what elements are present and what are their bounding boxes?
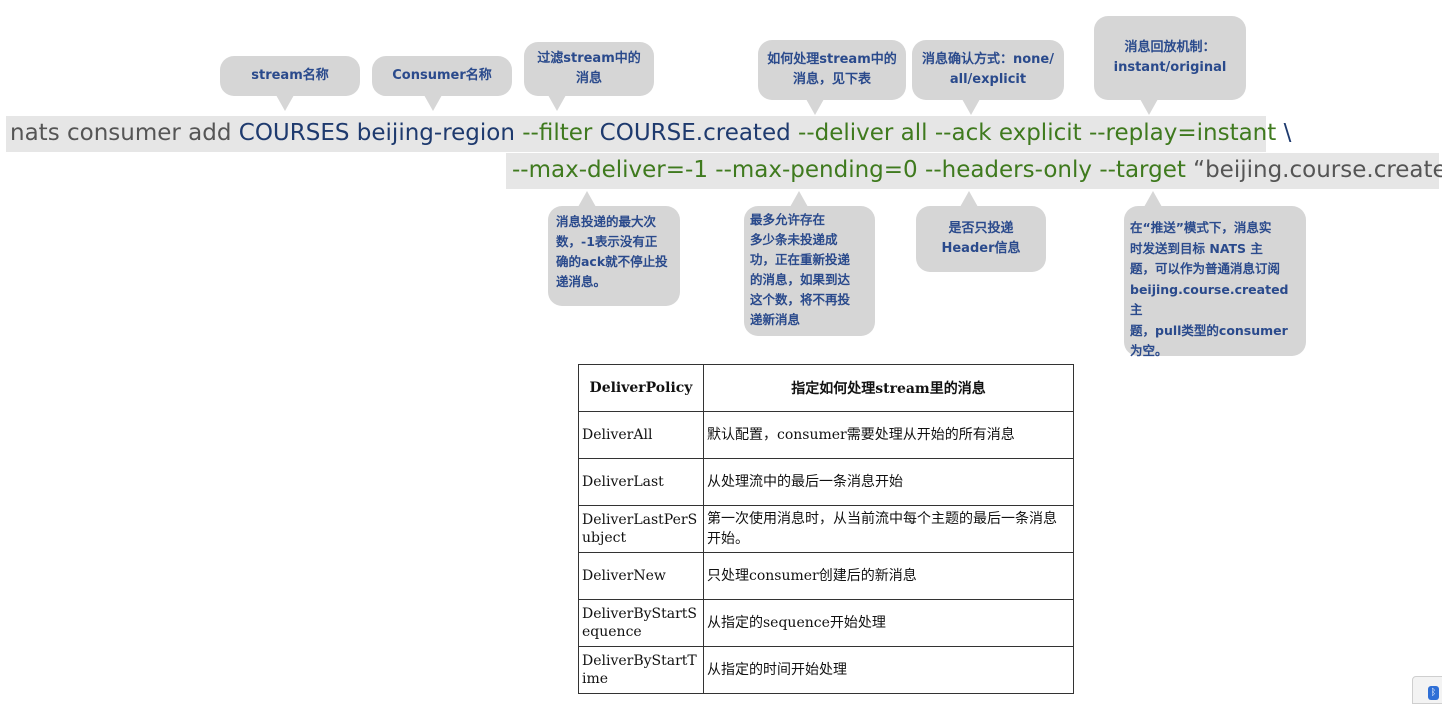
callout-pointer (424, 95, 442, 111)
callout-max-deliver: 消息投递的最大次 数，-1表示没有正 确的ack就不停止投 递消息。 (548, 206, 680, 306)
command-max-deliver: --max-deliver=-1 (512, 157, 708, 183)
callout-pointer (276, 95, 294, 111)
command-filter-value: COURSE.created (599, 120, 791, 146)
callout-headers-only: 是否只投递 Header信息 (916, 206, 1046, 272)
callout-pointer (790, 191, 808, 207)
policy-name-cell: DeliverAll (578, 411, 704, 459)
command-ack-flag: --ack explicit (934, 120, 1082, 146)
callout-pointer (960, 191, 978, 207)
policy-description-cell: 第一次使用消息时，从当前流中每个主题的最后一条消息开始。 (703, 505, 1074, 553)
callout-consumer-name: Consumer名称 (372, 56, 512, 96)
policy-name-cell: DeliverLastPerSubject (578, 505, 704, 553)
bluetooth-icon[interactable]: ᛒ (1428, 686, 1439, 700)
command-target-flag: --target (1099, 157, 1186, 183)
policy-name-cell: DeliverByStartTime (578, 646, 704, 694)
policy-description-cell: 默认配置，consumer需要处理从开始的所有消息 (703, 411, 1074, 459)
table-row: DeliverByStartSequence 从指定的sequence开始处理 (578, 599, 1074, 647)
table-header-row: DeliverPolicy 指定如何处理stream里的消息 (578, 364, 1074, 412)
command-headers-only: --headers-only (925, 157, 1093, 183)
command-line-1: nats consumer add COURSES beijing-region… (6, 116, 1291, 152)
policy-description-cell: 从指定的sequence开始处理 (703, 599, 1074, 647)
system-tray-widget[interactable]: ᛒ (1412, 676, 1442, 704)
table-row: DeliverByStartTime 从指定的时间开始处理 (578, 646, 1074, 694)
table-row: DeliverAll 默认配置，consumer需要处理从开始的所有消息 (578, 411, 1074, 459)
policy-name-cell: DeliverNew (578, 552, 704, 600)
command-replay-flag: --replay=instant (1088, 120, 1277, 146)
command-consumer: beijing-region (356, 120, 515, 146)
callout-max-pending: 最多允许存在 多少条未投递成 功，正在重新投递 的消息，如果到达 这个数，将不再… (744, 206, 875, 336)
callout-pointer (806, 99, 824, 115)
callout-target: 在“推送”模式下，消息实 时发送到目标 NATS 主 题，可以作为普通消息订阅 … (1124, 206, 1306, 358)
command-max-pending: --max-pending=0 (715, 157, 918, 183)
command-stream: COURSES (238, 120, 350, 146)
callout-deliver: 如何处理stream中的 消息，见下表 (758, 40, 906, 100)
callout-replay: 消息回放机制： instant/original (1094, 16, 1246, 100)
deliver-policy-table: DeliverPolicy 指定如何处理stream里的消息 DeliverAl… (578, 364, 1074, 694)
policy-name-cell: DeliverLast (578, 458, 704, 506)
callout-pointer (962, 99, 980, 115)
command-deliver-flag: --deliver all (798, 120, 928, 146)
policy-description-cell: 只处理consumer创建后的新消息 (703, 552, 1074, 600)
policy-name-cell: DeliverByStartSequence (578, 599, 704, 647)
callout-pointer (1140, 99, 1158, 115)
callout-pointer (578, 191, 596, 207)
table-row: DeliverLast 从处理流中的最后一条消息开始 (578, 458, 1074, 506)
callout-stream-name: stream名称 (220, 56, 360, 96)
command-base: nats consumer add (10, 120, 239, 146)
policy-description-cell: 从指定的时间开始处理 (703, 646, 1074, 694)
table-row: DeliverNew 只处理consumer创建后的新消息 (578, 552, 1074, 600)
callout-ack: 消息确认方式：none/ all/explicit (912, 40, 1064, 100)
callout-pointer (548, 95, 566, 111)
callout-pointer (1144, 191, 1162, 207)
command-continuation: \ (1283, 120, 1292, 146)
callout-filter: 过滤stream中的 消息 (524, 42, 654, 96)
table-header-cell: DeliverPolicy (578, 364, 704, 412)
command-filter-flag: --filter (522, 120, 593, 146)
table-row: DeliverLastPerSubject 第一次使用消息时，从当前流中每个主题… (578, 505, 1074, 553)
policy-description-cell: 从处理流中的最后一条消息开始 (703, 458, 1074, 506)
command-target-value: “beijing.course.created” (1193, 157, 1442, 183)
command-line-2: --max-deliver=-1 --max-pending=0 --heade… (506, 153, 1442, 189)
table-header-cell: 指定如何处理stream里的消息 (703, 364, 1074, 412)
